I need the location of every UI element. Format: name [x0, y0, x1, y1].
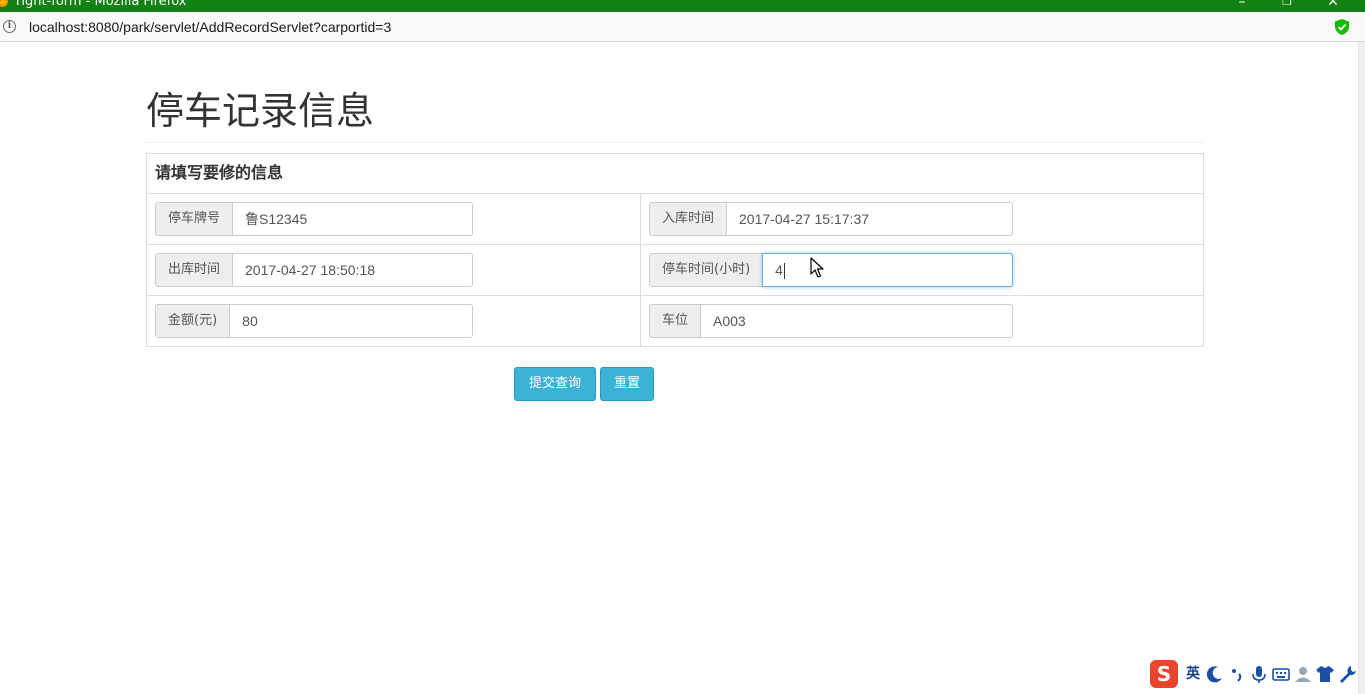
skin-icon[interactable]	[1314, 663, 1336, 685]
user-icon[interactable]	[1292, 663, 1314, 685]
sogou-logo-icon[interactable]: S	[1150, 660, 1178, 688]
vertical-scrollbar[interactable]	[1358, 42, 1365, 694]
form-row: 停车牌号 鲁S12345 入库时间 2017-04-27 15:17:37	[147, 194, 1203, 245]
address-bar[interactable]: i localhost:8080/park/servlet/AddRecordS…	[0, 12, 1365, 42]
form-row: 出库时间 2017-04-27 18:50:18 停车时间(小时) 4	[147, 245, 1203, 296]
firefox-logo-icon	[0, 0, 8, 7]
duration-input-group: 停车时间(小时) 4	[649, 253, 1013, 287]
close-icon[interactable]: ✕	[1323, 0, 1343, 9]
window-title: right-form - Mozilla Firefox	[16, 0, 187, 9]
url-text[interactable]: localhost:8080/park/servlet/AddRecordSer…	[29, 18, 391, 36]
keyboard-icon[interactable]	[1270, 663, 1292, 685]
column-divider	[640, 194, 641, 244]
ime-mode-toggle[interactable]: 英	[1182, 663, 1204, 685]
page-title: 停车记录信息	[146, 89, 375, 133]
moon-icon[interactable]	[1204, 663, 1226, 685]
plate-input[interactable]: 鲁S12345	[232, 202, 473, 236]
plate-label: 停车牌号	[155, 202, 233, 236]
amount-input[interactable]: 80	[229, 304, 473, 338]
exit-time-label: 出库时间	[155, 253, 233, 287]
submit-button[interactable]: 提交查询	[514, 367, 596, 401]
space-label: 车位	[649, 304, 701, 338]
entry-time-input[interactable]: 2017-04-27 15:17:37	[726, 202, 1013, 236]
duration-label: 停车时间(小时)	[649, 253, 763, 287]
form-panel: 请填写要修的信息 停车牌号 鲁S12345 入库时间 2017-04-27 15…	[146, 153, 1204, 347]
shield-icon[interactable]	[1335, 19, 1349, 35]
ime-toolbar: S 英	[1150, 658, 1358, 690]
microphone-icon[interactable]	[1248, 663, 1270, 685]
duration-input[interactable]: 4	[762, 253, 1013, 287]
column-divider	[640, 245, 641, 295]
mouse-pointer-icon	[810, 257, 824, 278]
column-divider	[640, 296, 641, 347]
plate-input-group: 停车牌号 鲁S12345	[155, 202, 473, 236]
punctuation-icon[interactable]	[1226, 663, 1248, 685]
panel-heading: 请填写要修的信息	[147, 154, 1203, 194]
info-icon[interactable]: i	[3, 20, 16, 33]
reset-button[interactable]: 重置	[600, 367, 654, 401]
amount-label: 金额(元)	[155, 304, 230, 338]
duration-value: 4	[775, 262, 783, 278]
text-caret	[783, 263, 785, 280]
entry-time-label: 入库时间	[649, 202, 727, 236]
exit-time-input-group: 出库时间 2017-04-27 18:50:18	[155, 253, 473, 287]
restore-icon[interactable]: ❐	[1277, 0, 1297, 9]
amount-input-group: 金额(元) 80	[155, 304, 473, 338]
entry-time-input-group: 入库时间 2017-04-27 15:17:37	[649, 202, 1013, 236]
form-row: 金额(元) 80 车位 A003	[147, 296, 1203, 347]
minimize-icon[interactable]: –	[1232, 0, 1252, 9]
exit-time-input[interactable]: 2017-04-27 18:50:18	[232, 253, 473, 287]
window-titlebar: right-form - Mozilla Firefox – ❐ ✕	[0, 0, 1365, 12]
space-input-group: 车位 A003	[649, 304, 1013, 338]
title-divider	[146, 142, 1204, 143]
space-input[interactable]: A003	[700, 304, 1013, 338]
wrench-icon[interactable]	[1336, 663, 1358, 685]
